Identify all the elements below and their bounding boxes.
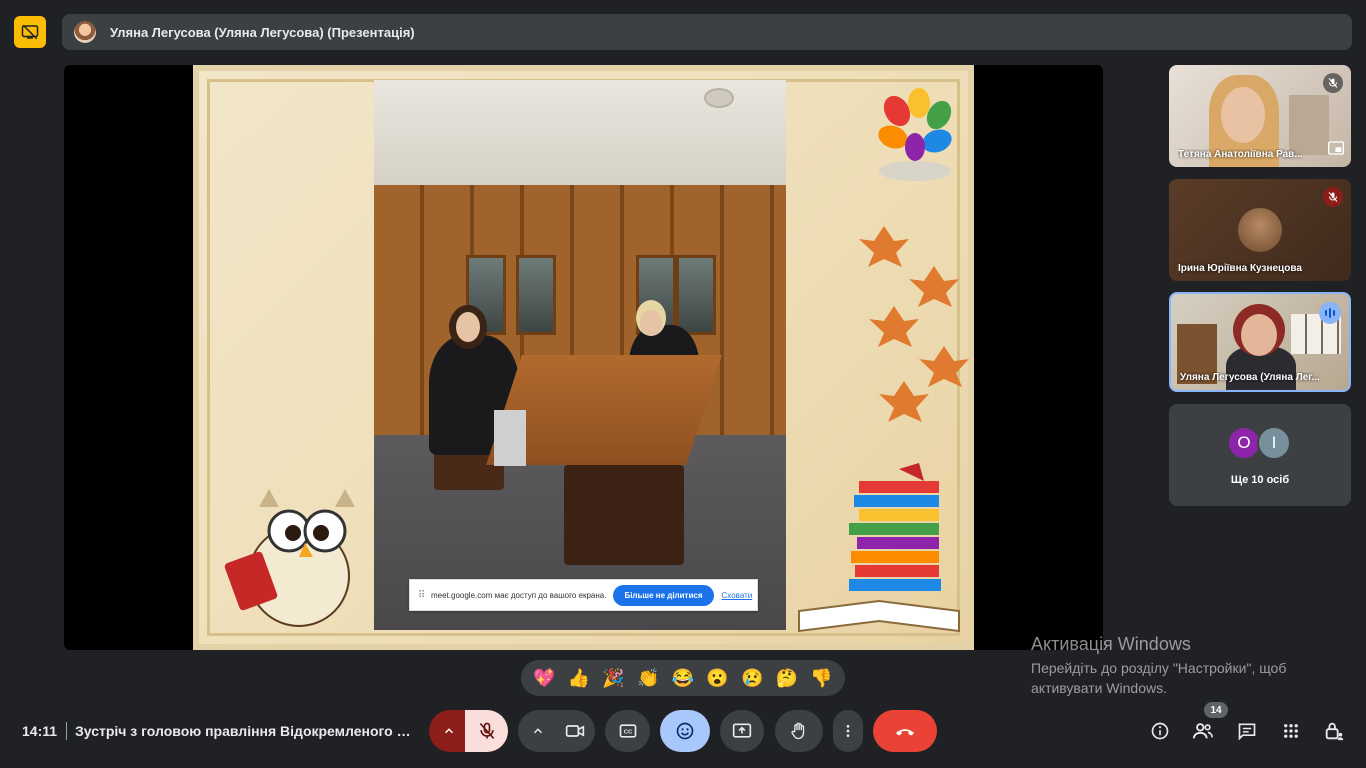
hide-notification-link[interactable]: Сховати bbox=[722, 591, 753, 600]
reactions-button[interactable] bbox=[660, 710, 710, 752]
more-vert-icon bbox=[846, 725, 850, 737]
presenter-title: Уляна Легусова (Уляна Легусова) (Презент… bbox=[110, 24, 415, 40]
mic-off-icon bbox=[479, 722, 494, 740]
present-screen-button[interactable] bbox=[720, 710, 764, 752]
microphone-toggle-button[interactable] bbox=[465, 710, 508, 752]
meet-window: Уляна Легусова (Уляна Легусова) (Презент… bbox=[0, 0, 1366, 768]
picture-in-picture-icon[interactable] bbox=[1328, 141, 1344, 160]
participant-tile[interactable]: Ірина Юріївна Кузнецова bbox=[1169, 179, 1351, 281]
present-screen-icon bbox=[732, 723, 752, 738]
reactions-bar: 💖 👍 🎉 👏 😂 😮 😢 🤔 👎 bbox=[521, 660, 845, 696]
reaction-thumbs-up-icon[interactable]: 👍 bbox=[564, 663, 594, 693]
raise-hand-button[interactable] bbox=[775, 710, 823, 752]
participant-avatar bbox=[1238, 208, 1282, 252]
other-participants-tile[interactable]: О І Ще 10 осіб bbox=[1169, 404, 1351, 506]
chat-icon bbox=[1238, 723, 1256, 741]
divider bbox=[66, 722, 67, 740]
more-options-button[interactable] bbox=[833, 710, 863, 752]
chevron-up-icon bbox=[533, 728, 543, 734]
book-stack-icon bbox=[798, 463, 960, 633]
participant-name: Ірина Юріївна Кузнецова bbox=[1178, 263, 1302, 274]
reaction-heart-icon[interactable]: 💖 bbox=[529, 663, 559, 693]
participant-name: Тетяна Анатоліївна Рав... bbox=[1178, 149, 1303, 160]
reaction-thinking-icon[interactable]: 🤔 bbox=[772, 663, 802, 693]
slide-photo bbox=[374, 80, 786, 630]
video-options-button[interactable] bbox=[518, 710, 558, 752]
host-controls-button[interactable] bbox=[1321, 718, 1347, 744]
presentation-toggle-button[interactable] bbox=[14, 16, 46, 48]
lock-person-icon bbox=[1325, 722, 1344, 741]
windows-activation-text: Перейдіть до розділу "Настройки", щоб ак… bbox=[1031, 660, 1287, 696]
people-icon bbox=[1192, 723, 1213, 739]
meeting-time: 14:11 bbox=[22, 723, 58, 739]
stop-sharing-button[interactable]: Більше не ділитися bbox=[613, 584, 714, 606]
emoji-icon bbox=[676, 722, 694, 740]
presenter-bar[interactable]: Уляна Легусова (Уляна Легусова) (Презент… bbox=[62, 14, 1352, 50]
apps-grid-icon bbox=[1284, 724, 1298, 738]
info-icon bbox=[1151, 722, 1169, 740]
svg-text:CC: CC bbox=[623, 730, 632, 736]
mic-off-icon bbox=[1323, 73, 1343, 93]
reaction-clap-icon[interactable]: 👏 bbox=[633, 663, 663, 693]
captions-icon: CC bbox=[619, 724, 636, 738]
present-off-icon bbox=[21, 24, 39, 40]
chat-button[interactable] bbox=[1234, 718, 1260, 744]
people-button[interactable] bbox=[1190, 718, 1216, 744]
meeting-details-button[interactable] bbox=[1147, 718, 1173, 744]
share-notification-text: meet.google.com має доступ до вашого екр… bbox=[431, 590, 607, 600]
hands-logo-icon bbox=[878, 88, 952, 181]
camera-toggle-button[interactable] bbox=[554, 710, 595, 752]
owl-illustration-icon bbox=[224, 489, 355, 627]
reaction-laugh-icon[interactable]: 😂 bbox=[668, 663, 698, 693]
windows-activation-title: Активація Windows bbox=[1031, 634, 1191, 654]
other-participants-avatars: О І bbox=[1227, 426, 1291, 460]
participant-tile[interactable]: Тетяна Анатоліївна Рав... bbox=[1169, 65, 1351, 167]
presenter-avatar bbox=[74, 21, 96, 43]
participant-count-badge: 14 bbox=[1204, 702, 1228, 718]
main-stage: ⠿ meet.google.com має доступ до вашого е… bbox=[64, 65, 1103, 650]
leave-call-button[interactable] bbox=[873, 710, 937, 752]
participant-name: Уляна Легусова (Уляна Лег... bbox=[1180, 372, 1320, 383]
participant-tile-active[interactable]: Уляна Легусова (Уляна Лег... bbox=[1169, 292, 1351, 392]
speaking-indicator-icon bbox=[1319, 302, 1341, 324]
share-notification: ⠿ meet.google.com має доступ до вашого е… bbox=[409, 579, 758, 611]
camera-icon bbox=[565, 725, 584, 737]
presentation-slide bbox=[193, 65, 974, 650]
reaction-sad-icon[interactable]: 😢 bbox=[737, 663, 767, 693]
avatar: О bbox=[1227, 426, 1261, 460]
avatar: І bbox=[1257, 426, 1291, 460]
audio-options-button[interactable] bbox=[429, 710, 469, 752]
captions-button[interactable]: CC bbox=[605, 710, 650, 752]
activities-button[interactable] bbox=[1278, 718, 1304, 744]
drag-handle-icon[interactable]: ⠿ bbox=[418, 590, 426, 601]
meeting-title: Зустріч з головою правління Відокремлено… bbox=[75, 723, 415, 739]
reaction-party-icon[interactable]: 🎉 bbox=[599, 663, 629, 693]
raise-hand-icon bbox=[791, 722, 805, 740]
hang-up-icon bbox=[896, 729, 914, 736]
autumn-leaves-icon bbox=[859, 226, 969, 422]
reaction-surprised-icon[interactable]: 😮 bbox=[703, 663, 733, 693]
reaction-thumbs-down-icon[interactable]: 👎 bbox=[807, 663, 837, 693]
chevron-up-icon bbox=[444, 728, 454, 734]
other-participants-label: Ще 10 осіб bbox=[1230, 474, 1290, 486]
mic-off-icon bbox=[1323, 187, 1343, 207]
